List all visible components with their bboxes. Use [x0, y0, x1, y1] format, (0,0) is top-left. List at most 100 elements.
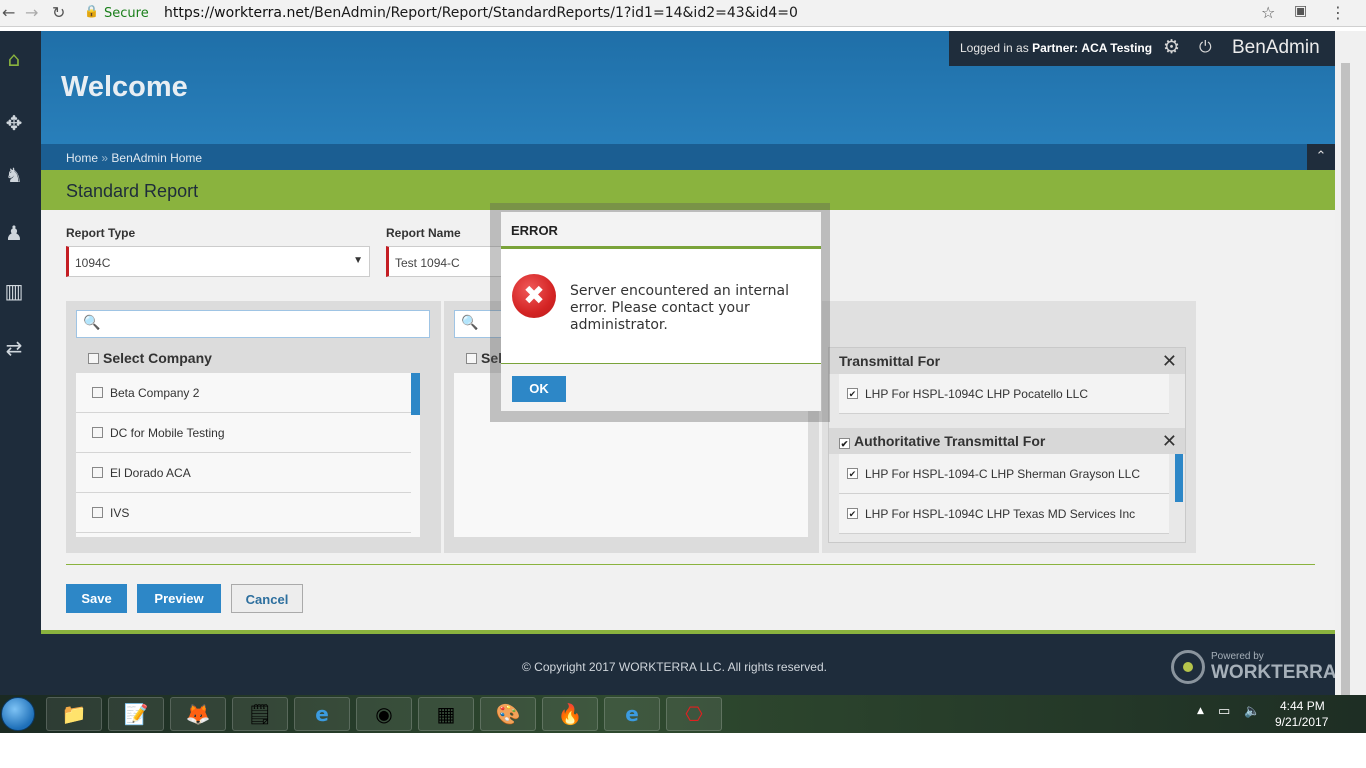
list-item[interactable]: DC for Mobile Testing [76, 413, 411, 453]
bar-chart-icon[interactable]: ▥ [0, 279, 28, 303]
lock-icon: 🔒 [84, 4, 99, 18]
logged-in-prefix: Logged in as [960, 41, 1033, 55]
breadcrumb-home[interactable]: Home [66, 151, 98, 165]
internet-explorer-icon[interactable]: e [294, 697, 350, 731]
internet-explorer-icon[interactable]: e [604, 697, 660, 731]
notepad-icon[interactable]: 📝 [108, 697, 164, 731]
report-name-input[interactable]: Test 1094-C [386, 246, 506, 277]
bookmark-star-icon[interactable]: ☆ [1261, 3, 1275, 22]
authoritative-scrollbar[interactable] [1175, 454, 1183, 502]
list-item[interactable]: Beta Company 2 [76, 373, 411, 413]
search-icon: 🔍 [83, 315, 101, 331]
flame-app-icon[interactable]: 🔥 [542, 697, 598, 731]
extension-icon[interactable]: ▣ [1294, 3, 1307, 19]
gear-icon[interactable]: ⚙ [1163, 36, 1180, 58]
power-icon[interactable]: ⏻ [1199, 37, 1212, 57]
authoritative-header: ✔ Authoritative Transmittal For ✕ [829, 428, 1185, 454]
select-company-header[interactable]: Select Company [88, 350, 212, 366]
select-all-checkbox[interactable] [88, 353, 99, 364]
list-item[interactable]: El Dorado ACA [76, 453, 411, 493]
checked-checkbox[interactable]: ✔ [847, 468, 858, 479]
powered-by-text: Powered by [1211, 651, 1264, 662]
volume-icon[interactable]: 🔈 [1244, 704, 1260, 719]
menu-icon[interactable]: ⋮ [1330, 3, 1346, 22]
address-bar[interactable]: https://workterra.net/BenAdmin/Report/Re… [164, 5, 798, 21]
page-header: Welcome Logged in as Partner: ACA Testin… [41, 31, 1335, 171]
company-list-scrollbar[interactable] [411, 373, 420, 415]
list-item[interactable]: ✔ LHP For HSPL-1094C LHP Pocatello LLC [839, 374, 1169, 414]
save-button[interactable]: Save [66, 584, 127, 613]
start-button[interactable] [1, 697, 35, 731]
puzzle-icon[interactable]: ✥ [0, 111, 28, 135]
ok-button[interactable]: OK [512, 376, 566, 402]
transmittal-title: Transmittal For [839, 353, 941, 369]
company-checkbox[interactable] [92, 387, 103, 398]
user-bar: Logged in as Partner: ACA Testing ⚙ ⏻ Be… [949, 31, 1335, 66]
report-type-label: Report Type [66, 226, 136, 240]
dropdown-caret-icon: ▼ [353, 255, 363, 266]
page-scrollbar-thumb[interactable] [1341, 63, 1350, 713]
chevron-up-icon[interactable]: ⌃ [1307, 144, 1335, 170]
dialog-header: ERROR [501, 212, 821, 249]
checked-checkbox[interactable]: ✔ [839, 438, 850, 449]
error-message: Server encountered an internal error. Pl… [570, 283, 789, 333]
checked-checkbox[interactable]: ✔ [847, 388, 858, 399]
chrome-icon[interactable]: ◉ [356, 697, 412, 731]
dialog-footer: OK [501, 363, 821, 411]
list-item[interactable]: IVS [76, 493, 411, 533]
file-explorer-icon[interactable]: 📁 [46, 697, 102, 731]
footer-brand: WORKTERRA [1211, 662, 1335, 683]
cancel-button[interactable]: Cancel [231, 584, 303, 613]
copyright-text: © Copyright 2017 WORKTERRA LLC. All righ… [522, 660, 827, 674]
report-type-value: 1094C [75, 256, 111, 270]
report-name-label: Report Name [386, 226, 461, 240]
acrobat-icon[interactable]: ⎔ [666, 697, 722, 731]
checked-checkbox[interactable]: ✔ [847, 508, 858, 519]
list-item[interactable]: ✔ LHP For HSPL-1094-C LHP Sherman Grayson… [839, 454, 1169, 494]
transmittal-header: Transmittal For ✕ [829, 348, 1185, 374]
user-star-icon[interactable]: ♞ [0, 163, 28, 187]
secure-label: Secure [104, 6, 149, 21]
screen-bottom [0, 733, 1366, 768]
list-item[interactable]: ✔ LHP For HSPL-1094C LHP Texas MD Service… [839, 494, 1169, 534]
spreadsheet-icon[interactable]: ▦ [418, 697, 474, 731]
transfer-icon[interactable]: ⇄ [0, 336, 28, 360]
show-hidden-icons-icon[interactable]: ▲ [1197, 706, 1204, 716]
close-icon[interactable]: ✕ [1162, 351, 1177, 372]
clock-date[interactable]: 9/21/2017 [1275, 715, 1328, 729]
reload-icon[interactable]: ↻ [52, 3, 65, 22]
back-icon[interactable]: ← [2, 3, 15, 22]
paint-icon[interactable]: 🎨 [480, 697, 536, 731]
breadcrumb-current[interactable]: BenAdmin Home [111, 151, 202, 165]
network-icon[interactable]: ▭ [1218, 704, 1230, 719]
company-search-input[interactable]: 🔍 [76, 310, 430, 338]
firefox-icon[interactable]: 🦊 [170, 697, 226, 731]
company-list: Beta Company 2 DC for Mobile Testing El … [76, 373, 420, 537]
breadcrumb-separator: » [101, 151, 109, 165]
company-checkbox[interactable] [92, 467, 103, 478]
preview-button[interactable]: Preview [137, 584, 221, 613]
user-icon[interactable]: ♟ [0, 221, 28, 245]
authoritative-title: Authoritative Transmittal For [854, 433, 1046, 449]
home-icon[interactable]: ⌂ [0, 47, 28, 71]
report-type-select[interactable]: 1094C ▼ [66, 246, 370, 277]
logged-in-text: Logged in as Partner: ACA Testing [960, 41, 1152, 55]
app-brand: BenAdmin [1232, 37, 1320, 58]
page-scrollbar[interactable] [1335, 31, 1366, 713]
close-icon[interactable]: ✕ [1162, 431, 1177, 452]
transmittal-panel: Transmittal For ✕ ✔ LHP For HSPL-1094C LH… [822, 301, 1196, 553]
page-title: Standard Report [66, 181, 199, 201]
url-path: /BenAdmin/Report/Report/StandardReports/… [309, 5, 798, 21]
company-checkbox[interactable] [92, 427, 103, 438]
page-footer: © Copyright 2017 WORKTERRA LLC. All righ… [41, 630, 1335, 695]
clock-time[interactable]: 4:44 PM [1280, 699, 1325, 713]
workterra-logo-icon [1171, 650, 1205, 684]
select-all-checkbox[interactable] [466, 353, 477, 364]
left-nav-sidebar: ⌂ ✥ ♞ ♟ ▥ ⇄ [0, 31, 41, 695]
welcome-heading: Welcome [61, 71, 188, 103]
company-checkbox[interactable] [92, 507, 103, 518]
forward-icon[interactable]: → [25, 3, 38, 22]
sticky-notes-icon[interactable]: 🗒 [232, 697, 288, 731]
transmittal-box: Transmittal For ✕ ✔ LHP For HSPL-1094C LH… [828, 347, 1186, 543]
breadcrumb: Home » BenAdmin Home ⌃ [41, 144, 1335, 170]
